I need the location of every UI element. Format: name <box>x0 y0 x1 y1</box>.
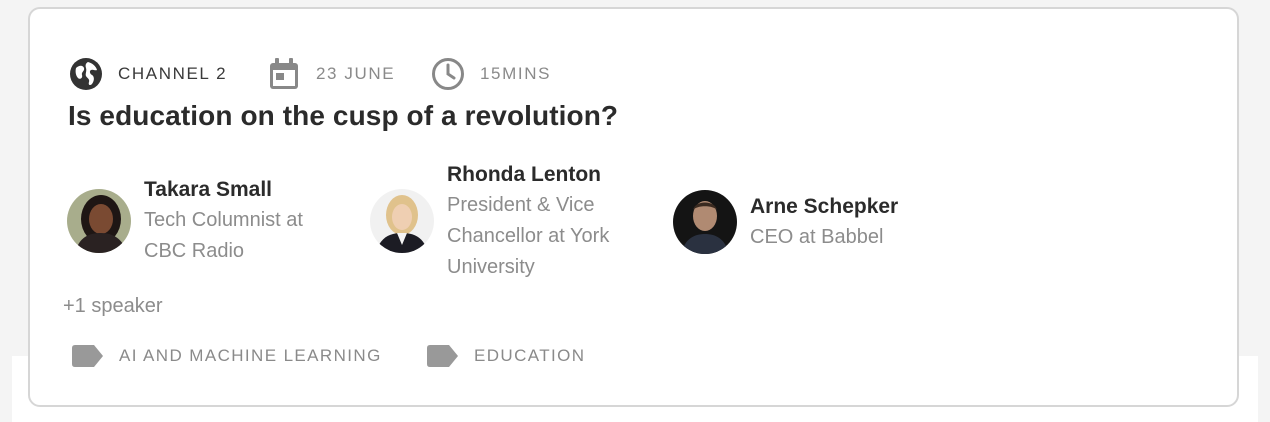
more-speakers-link[interactable]: +1 speaker <box>63 295 163 318</box>
speaker-role-line: University <box>447 256 535 278</box>
calendar-icon <box>270 58 298 89</box>
speaker-role-line: Tech Columnist at <box>144 209 303 231</box>
date-meta: 23 JUNE <box>266 56 395 92</box>
speaker-role-line: Chancellor at York <box>447 225 610 247</box>
clock-icon <box>432 58 464 90</box>
speaker-card[interactable]: Takara Small Tech Columnist at CBC Radio <box>67 174 303 267</box>
speaker-info: Takara Small Tech Columnist at CBC Radio <box>144 174 303 267</box>
session-title[interactable]: Is education on the cusp of a revolution… <box>68 100 618 132</box>
tag-label: EDUCATION <box>474 346 586 365</box>
topic-tag[interactable]: EDUCATION <box>427 343 585 369</box>
tag-icon <box>72 345 103 367</box>
speaker-name[interactable]: Arne Schepker <box>750 191 898 222</box>
speaker-avatar <box>370 189 434 253</box>
topic-tag[interactable]: AI AND MACHINE LEARNING <box>72 343 382 369</box>
speaker-role-line: CEO at Babbel <box>750 226 884 248</box>
speaker-info: Rhonda Lenton President & Vice Chancello… <box>447 159 609 283</box>
speaker-name[interactable]: Takara Small <box>144 174 303 205</box>
speaker-role-line: CBC Radio <box>144 240 245 262</box>
duration-meta: 15MINS <box>430 56 551 92</box>
date-label: 23 JUNE <box>316 64 396 83</box>
speaker-name[interactable]: Rhonda Lenton <box>447 159 609 190</box>
channel-meta: CHANNEL 2 <box>68 56 227 92</box>
tag-icon <box>427 345 458 367</box>
globe-icon <box>70 58 102 90</box>
tag-label: AI AND MACHINE LEARNING <box>119 346 382 365</box>
speaker-info: Arne Schepker CEO at Babbel <box>750 191 898 253</box>
speaker-card[interactable]: Rhonda Lenton President & Vice Chancello… <box>370 159 609 283</box>
duration-label: 15MINS <box>480 64 552 83</box>
speaker-avatar <box>67 188 131 253</box>
session-card[interactable]: CHANNEL 2 23 JUNE 15MINS Is education on… <box>28 7 1239 407</box>
speaker-card[interactable]: Arne Schepker CEO at Babbel <box>673 190 898 254</box>
speaker-role-line: President & Vice <box>447 194 595 216</box>
speaker-avatar <box>673 190 737 254</box>
channel-label: CHANNEL 2 <box>118 64 228 83</box>
